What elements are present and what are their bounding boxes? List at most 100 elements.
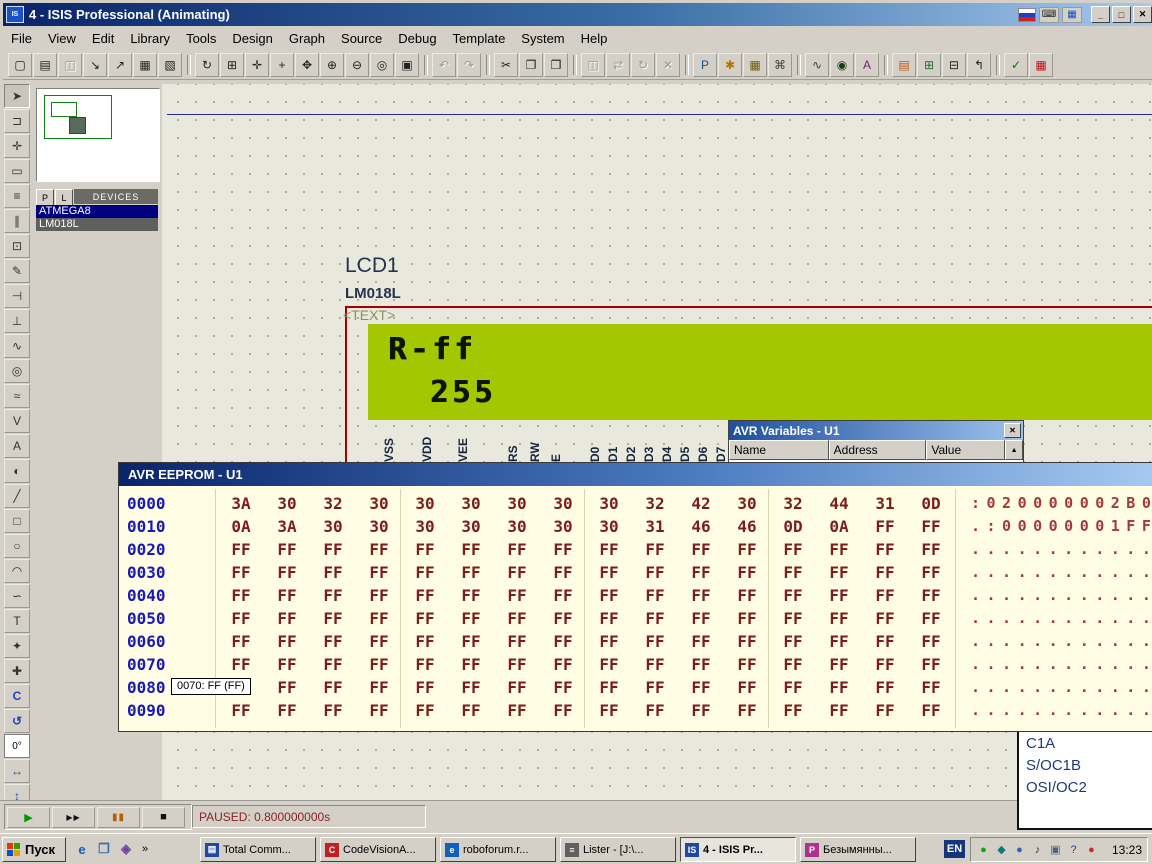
eeprom-byte[interactable]: FF: [681, 561, 721, 584]
eeprom-byte[interactable]: FF: [865, 699, 905, 722]
voltage-probe-tool[interactable]: V: [4, 409, 30, 433]
tape-recorder-tool[interactable]: ◎: [4, 359, 30, 383]
tray-volume-icon[interactable]: ♪: [1030, 842, 1045, 857]
eeprom-byte[interactable]: FF: [911, 699, 951, 722]
taskbar-task-button[interactable]: CCodeVisionA...: [320, 837, 436, 862]
eeprom-byte[interactable]: FF: [313, 630, 353, 653]
eeprom-byte[interactable]: FF: [865, 630, 905, 653]
wire-autorouter-button[interactable]: ∿: [805, 53, 829, 77]
eeprom-byte[interactable]: FF: [543, 607, 583, 630]
eeprom-byte[interactable]: FF: [451, 676, 491, 699]
export-section-button[interactable]: ↗: [108, 53, 132, 77]
eeprom-byte[interactable]: FF: [497, 653, 537, 676]
eeprom-byte[interactable]: FF: [911, 584, 951, 607]
design-explorer-button[interactable]: ▤: [892, 53, 916, 77]
block-rotate-button[interactable]: ↻: [631, 53, 655, 77]
eeprom-byte[interactable]: FF: [819, 561, 859, 584]
eeprom-byte[interactable]: FF: [543, 630, 583, 653]
eeprom-byte[interactable]: 3A: [221, 492, 261, 515]
eeprom-byte[interactable]: FF: [819, 699, 859, 722]
pan-button[interactable]: ✥: [295, 53, 319, 77]
eeprom-byte[interactable]: 30: [497, 515, 537, 538]
eeprom-byte[interactable]: FF: [267, 584, 307, 607]
menu-item-template[interactable]: Template: [445, 29, 514, 48]
menu-item-file[interactable]: File: [3, 29, 40, 48]
eeprom-byte[interactable]: FF: [589, 561, 629, 584]
quicklaunch-overflow-chevron[interactable]: »: [138, 838, 152, 860]
monitor-icon[interactable]: ▦: [1062, 7, 1082, 23]
eeprom-byte[interactable]: FF: [313, 607, 353, 630]
eeprom-byte[interactable]: 30: [267, 492, 307, 515]
eeprom-byte[interactable]: FF: [681, 538, 721, 561]
eeprom-titlebar[interactable]: AVR EEPROM - U1: [119, 463, 1152, 486]
eeprom-byte[interactable]: FF: [819, 607, 859, 630]
variables-column-name[interactable]: Name: [729, 440, 829, 460]
pick-device-button[interactable]: P: [693, 53, 717, 77]
generator-tool[interactable]: ≈: [4, 384, 30, 408]
eeprom-byte[interactable]: FF: [497, 676, 537, 699]
eeprom-byte[interactable]: FF: [865, 676, 905, 699]
eeprom-byte[interactable]: FF: [635, 676, 675, 699]
redraw-button[interactable]: ↻: [195, 53, 219, 77]
eeprom-byte[interactable]: FF: [221, 699, 261, 722]
menu-item-library[interactable]: Library: [122, 29, 178, 48]
eeprom-byte[interactable]: 30: [405, 515, 445, 538]
property-assignment-button[interactable]: A: [855, 53, 879, 77]
device-list-item[interactable]: ATMEGA8: [36, 205, 158, 218]
subcircuit-tool[interactable]: ⊡: [4, 234, 30, 258]
eeprom-byte[interactable]: FF: [819, 630, 859, 653]
eeprom-byte[interactable]: FF: [635, 561, 675, 584]
quicklaunch-show-desktop[interactable]: ❐: [94, 838, 114, 860]
menu-item-design[interactable]: Design: [224, 29, 280, 48]
zoom-in-button[interactable]: ⊕: [320, 53, 344, 77]
eeprom-byte[interactable]: FF: [451, 538, 491, 561]
eeprom-byte[interactable]: FF: [313, 584, 353, 607]
menu-item-system[interactable]: System: [513, 29, 572, 48]
library-button[interactable]: L: [55, 189, 73, 206]
eeprom-byte[interactable]: FF: [865, 561, 905, 584]
eeprom-byte[interactable]: 0A: [819, 515, 859, 538]
eeprom-byte[interactable]: FF: [267, 607, 307, 630]
eeprom-byte[interactable]: 31: [865, 492, 905, 515]
eeprom-byte[interactable]: FF: [865, 515, 905, 538]
eeprom-byte[interactable]: FF: [267, 630, 307, 653]
eeprom-byte[interactable]: 30: [359, 515, 399, 538]
eeprom-byte[interactable]: FF: [405, 630, 445, 653]
tray-messenger-icon[interactable]: ●: [1084, 842, 1099, 857]
eeprom-byte[interactable]: FF: [819, 538, 859, 561]
eeprom-byte[interactable]: FF: [773, 676, 813, 699]
eeprom-byte[interactable]: 30: [589, 492, 629, 515]
eeprom-byte[interactable]: 30: [359, 492, 399, 515]
eeprom-byte[interactable]: FF: [911, 676, 951, 699]
2d-box-tool[interactable]: □: [4, 509, 30, 533]
toggle-grid-button[interactable]: ⊞: [220, 53, 244, 77]
selection-tool[interactable]: ➤: [4, 84, 30, 108]
eeprom-byte[interactable]: FF: [635, 630, 675, 653]
toggle-origin-button[interactable]: ✛: [245, 53, 269, 77]
terminal-tool[interactable]: ⊣: [4, 284, 30, 308]
eeprom-byte[interactable]: 30: [451, 515, 491, 538]
variables-titlebar[interactable]: AVR Variables - U1 ✕: [729, 421, 1023, 440]
eeprom-byte[interactable]: FF: [589, 630, 629, 653]
undo-button[interactable]: ↶: [432, 53, 456, 77]
eeprom-byte[interactable]: FF: [773, 538, 813, 561]
eeprom-byte[interactable]: FF: [681, 653, 721, 676]
variables-column-address[interactable]: Address: [829, 440, 927, 460]
eeprom-byte[interactable]: FF: [635, 538, 675, 561]
block-copy-button[interactable]: ◫: [581, 53, 605, 77]
eeprom-byte[interactable]: 30: [727, 492, 767, 515]
menu-item-help[interactable]: Help: [573, 29, 616, 48]
eeprom-byte[interactable]: FF: [405, 699, 445, 722]
step-button[interactable]: ▶▶: [52, 807, 95, 828]
zoom-area-button[interactable]: ▣: [395, 53, 419, 77]
eeprom-byte[interactable]: FF: [267, 676, 307, 699]
taskbar-task-button[interactable]: eroboforum.r...: [440, 837, 556, 862]
eeprom-byte[interactable]: FF: [313, 699, 353, 722]
eeprom-byte[interactable]: FF: [911, 630, 951, 653]
remove-sheet-button[interactable]: ⊟: [942, 53, 966, 77]
eeprom-byte[interactable]: FF: [359, 607, 399, 630]
print-design-button[interactable]: ▦: [133, 53, 157, 77]
eeprom-byte[interactable]: FF: [313, 538, 353, 561]
eeprom-byte[interactable]: 0D: [773, 515, 813, 538]
2d-circle-tool[interactable]: ○: [4, 534, 30, 558]
